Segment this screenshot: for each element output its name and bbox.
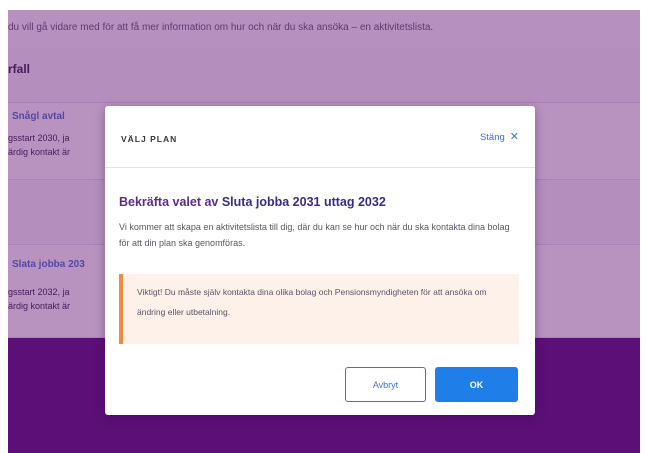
confirm-title-plan: Sluta jobba 2031 uttag 2032: [221, 195, 386, 209]
dialog-header: VÄLJ PLAN Stäng ✕: [105, 106, 535, 168]
confirm-title-prefix: Bekräfta valet av: [119, 195, 222, 209]
warning-notice: Viktigt! Du måste själv kontakta dina ol…: [119, 274, 519, 344]
dialog-heading: VÄLJ PLAN: [121, 134, 178, 144]
page-frame: du vill gå vidare med för att få mer inf…: [8, 10, 640, 453]
close-icon: ✕: [509, 131, 519, 143]
confirm-title: Bekräfta valet av Sluta jobba 2031 uttag…: [119, 195, 386, 209]
close-button-label: Stäng: [479, 132, 505, 143]
ok-button[interactable]: OK: [435, 367, 518, 402]
cancel-button[interactable]: Avbryt: [345, 367, 426, 402]
warning-text: Viktigt! Du måste själv kontakta dina ol…: [137, 287, 487, 317]
choose-plan-dialog: VÄLJ PLAN Stäng ✕ Bekräfta valet av Slut…: [105, 106, 535, 415]
dialog-body-text: Vi kommer att skapa en aktivitetslista t…: [119, 222, 510, 248]
close-button[interactable]: Stäng ✕: [479, 131, 519, 144]
